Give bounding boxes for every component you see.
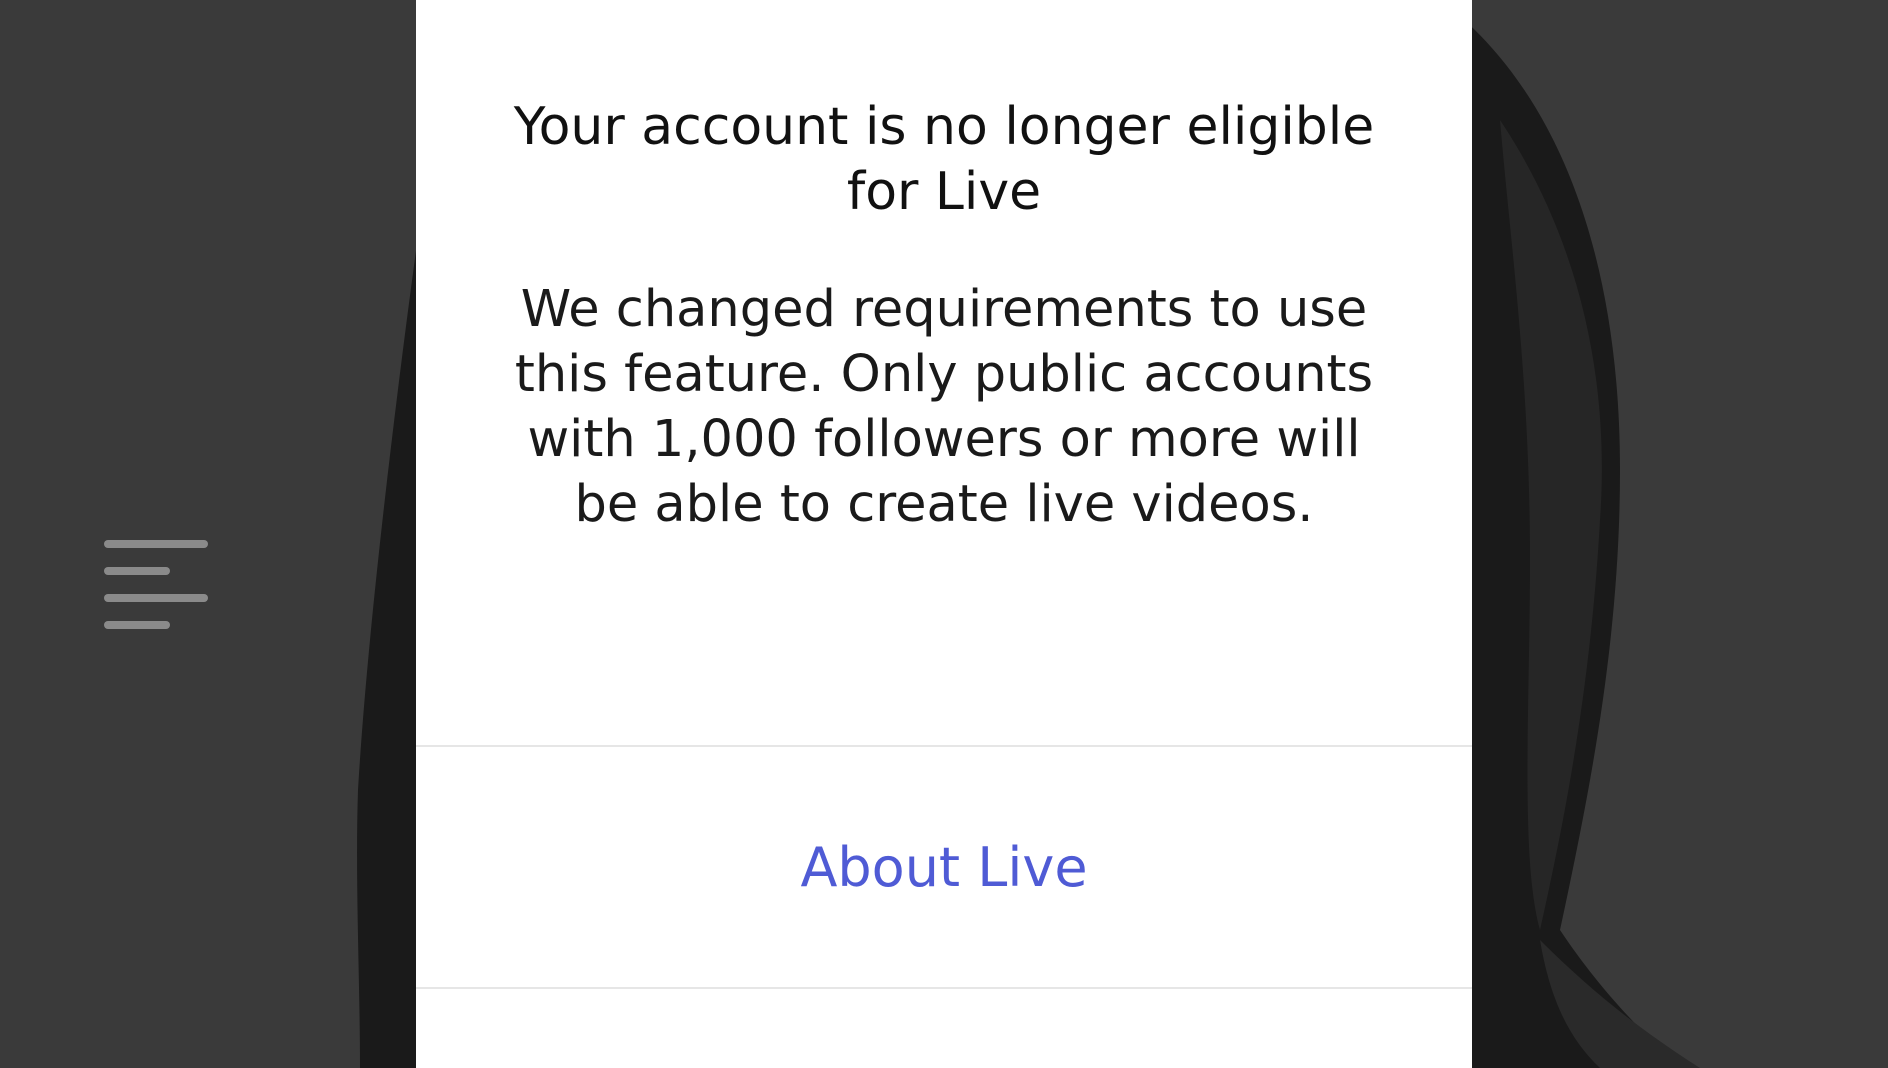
menu-lines-icon[interactable] [104,536,210,632]
dialog-divider [416,987,1472,989]
dialog-title: Your account is no longer eligible for L… [513,97,1375,222]
camera-background: Your account is no longer eligible for L… [0,0,1888,1068]
about-live-button[interactable]: About Live [416,747,1472,987]
ineligible-live-dialog: Your account is no longer eligible for L… [416,0,1472,1068]
dialog-message: We changed requirements to use this feat… [514,280,1374,534]
